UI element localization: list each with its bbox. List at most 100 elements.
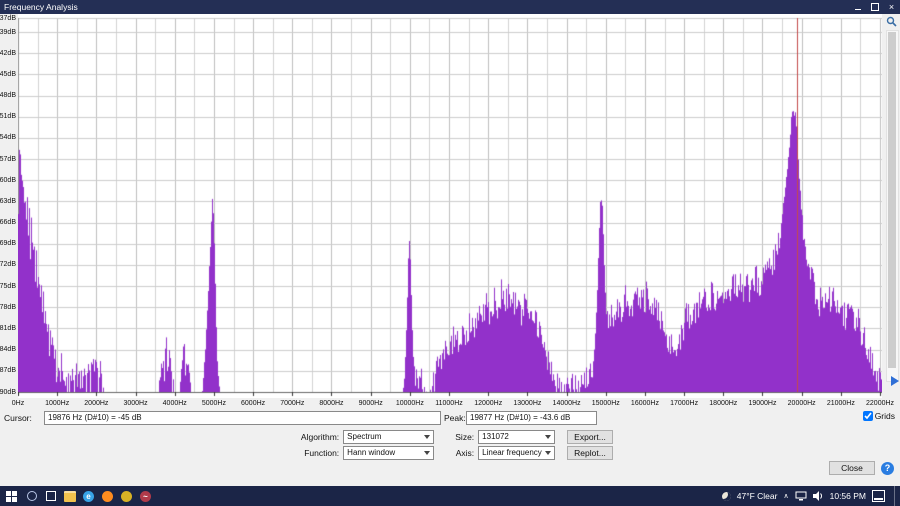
minimize-button[interactable] [849,0,866,14]
x-axis-label: 4000Hz [163,400,187,407]
size-select[interactable]: 131072 [478,430,555,444]
show-desktop-button[interactable] [894,486,898,506]
grids-checkbox[interactable] [863,411,873,421]
audacity-icon[interactable]: ~ [136,486,155,506]
window-controls: × [849,0,900,14]
controls-row-2: Function: Hann window Axis: Linear frequ… [0,446,900,460]
x-axis-label: 22000Hz [866,400,894,407]
clock[interactable]: 10:56 PM [830,491,866,501]
windows-logo-icon [6,491,17,502]
taskbar: e~ 47°F Clear ∧ 10:56 PM [0,486,900,506]
file-explorer-icon[interactable] [60,486,79,506]
function-select[interactable]: Hann window [343,446,434,460]
network-icon[interactable] [795,491,807,501]
edge-icon[interactable]: e [79,486,98,506]
zoom-icon[interactable] [886,16,897,27]
x-axis-label: 10000Hz [396,400,424,407]
x-axis-label: 21000Hz [827,400,855,407]
close-button[interactable]: Close [829,461,875,475]
cortana-icon[interactable] [22,486,41,506]
peak-readout: 19877 Hz (D#10) = -43.6 dB [466,411,597,425]
y-axis-label: -51dB [0,113,16,120]
x-axis-label: 12000Hz [474,400,502,407]
y-axis-label: -54dB [0,134,16,141]
x-axis-label: 14000Hz [553,400,581,407]
axis-label: Axis: [446,448,474,458]
replot-button[interactable]: Replot... [567,446,613,460]
firefox-icon-glyph [102,491,113,502]
function-label: Function: [287,448,339,458]
play-arrow-icon[interactable] [891,376,899,386]
cursor-readout: 19876 Hz (D#10) = -45 dB [44,411,441,425]
y-axis-label: -45dB [0,71,16,78]
algorithm-value: Spectrum [347,432,381,441]
screen: Frequency Analysis × -37dB -39dB -42dB -45d… [0,0,900,506]
task-view-icon[interactable] [41,486,60,506]
vertical-scrollbar[interactable] [884,14,899,398]
x-axis-label: 18000Hz [709,400,737,407]
spectrum-plot[interactable] [18,14,882,398]
x-axis-label: 15000Hz [592,400,620,407]
edge-icon-glyph: e [83,491,94,502]
x-axis-label: 0Hz [12,400,24,407]
x-axis-label: 5000Hz [202,400,226,407]
y-axis-label: -69dB [0,240,16,247]
controls-row-1: Algorithm: Spectrum Size: 131072 Export.… [0,430,900,444]
maximize-button[interactable] [866,0,883,14]
scrollbar-track[interactable] [886,30,899,382]
y-axis-label: -87dB [0,367,16,374]
function-value: Hann window [347,448,395,457]
x-axis-label: 6000Hz [241,400,265,407]
y-axis-label: -48dB [0,92,16,99]
y-axis-label: -75dB [0,283,16,290]
y-axis-label: -66dB [0,219,16,226]
size-value: 131072 [482,432,509,441]
y-axis-label: -78dB [0,304,16,311]
y-axis-label: -39dB [0,29,16,36]
taskbar-apps: e~ [22,486,155,506]
weather-icon[interactable] [722,492,731,501]
close-window-button[interactable]: × [883,0,900,14]
cortana-icon-glyph [27,491,37,501]
y-axis-label: -37dB [0,15,16,22]
algorithm-label: Algorithm: [287,432,339,442]
axis-value: Linear frequency [482,448,542,457]
firefox-icon[interactable] [98,486,117,506]
y-axis: -37dB-39dB-42dB-45dB-48dB-51dB-54dB-57dB… [0,14,17,398]
chevron-up-icon[interactable]: ∧ [783,493,788,500]
y-axis-label: -90dB [0,389,16,396]
axis-select[interactable]: Linear frequency [478,446,555,460]
system-tray: 47°F Clear ∧ 10:56 PM [722,486,900,506]
window-title: Frequency Analysis [0,2,849,12]
chrome-icon-glyph [121,491,132,502]
help-button[interactable]: ? [881,462,894,475]
size-label: Size: [446,432,474,442]
x-axis-label: 1000Hz [45,400,69,407]
algorithm-select[interactable]: Spectrum [343,430,434,444]
window-titlebar: Frequency Analysis × [0,0,900,14]
action-center-icon[interactable] [872,490,885,502]
y-axis-label: -81dB [0,325,16,332]
chrome-icon[interactable] [117,486,136,506]
task-view-icon-glyph [46,491,56,501]
x-axis-label: 20000Hz [788,400,816,407]
x-axis-label: 16000Hz [631,400,659,407]
weather-text[interactable]: 47°F Clear [737,491,778,501]
x-axis-label: 17000Hz [670,400,698,407]
x-axis: 0Hz1000Hz2000Hz3000Hz4000Hz5000Hz6000Hz7… [0,399,900,410]
volume-icon[interactable] [813,491,824,501]
y-axis-label: -42dB [0,50,16,57]
x-axis-label: 13000Hz [513,400,541,407]
file-explorer-icon-glyph [64,491,76,502]
frequency-analysis-dialog: -37dB-39dB-42dB-45dB-48dB-51dB-54dB-57dB… [0,14,900,486]
scrollbar-thumb[interactable] [888,32,896,368]
x-axis-label: 9000Hz [359,400,383,407]
start-button[interactable] [0,486,22,506]
x-axis-label: 19000Hz [748,400,776,407]
grids-toggle[interactable]: Grids [863,411,895,421]
grids-label: Grids [875,411,895,421]
y-axis-label: -84dB [0,346,16,353]
y-axis-label: -72dB [0,261,16,268]
x-axis-label: 11000Hz [435,400,463,407]
export-button[interactable]: Export... [567,430,613,444]
